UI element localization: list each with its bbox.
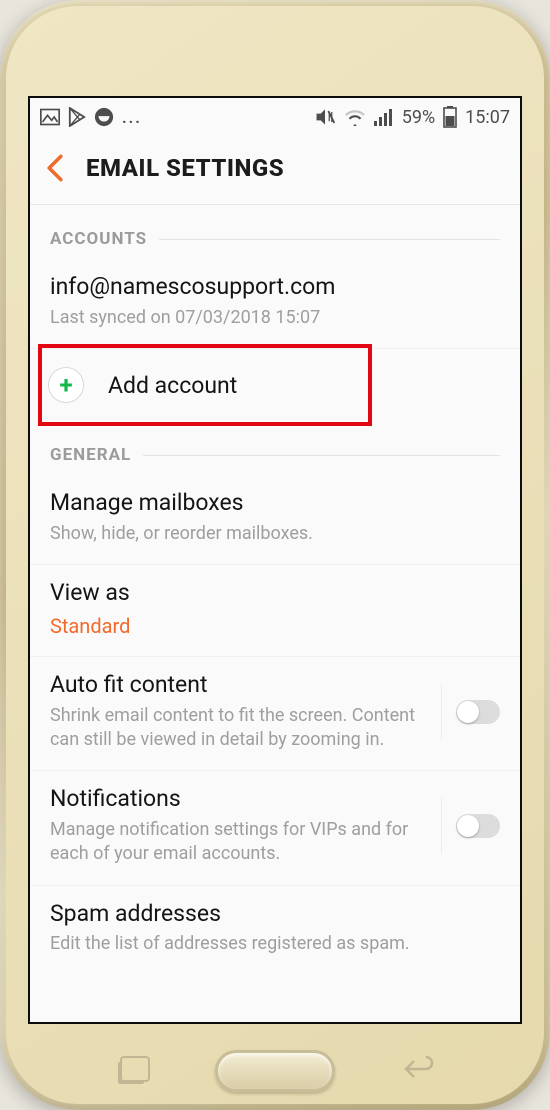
status-bar: ... 59% 15:07 bbox=[30, 98, 520, 136]
item-title: Auto fit content bbox=[50, 671, 429, 700]
section-label: ACCOUNTS bbox=[50, 229, 147, 249]
add-account-label: Add account bbox=[108, 372, 237, 399]
clock-time: 15:07 bbox=[465, 107, 510, 128]
more-notifications-icon: ... bbox=[122, 108, 142, 127]
battery-percentage: 59% bbox=[402, 107, 435, 128]
auto-fit-item[interactable]: Auto fit content Shrink email content to… bbox=[30, 657, 520, 771]
item-sub: Manage notification settings for VIPs an… bbox=[50, 818, 429, 867]
recent-apps-softkey[interactable] bbox=[120, 1056, 150, 1082]
vibrate-mute-icon bbox=[314, 107, 336, 127]
page-title: EMAIL SETTINGS bbox=[86, 154, 284, 182]
back-icon[interactable] bbox=[44, 154, 66, 182]
notifications-toggle[interactable] bbox=[456, 814, 500, 838]
view-as-item[interactable]: View as Standard bbox=[30, 565, 520, 657]
manage-mailboxes-item[interactable]: Manage mailboxes Show, hide, or reorder … bbox=[30, 475, 520, 565]
item-title: View as bbox=[50, 579, 500, 608]
play-store-icon bbox=[68, 107, 86, 127]
app-header: EMAIL SETTINGS bbox=[30, 136, 520, 205]
section-label: GENERAL bbox=[50, 445, 131, 465]
item-title: Manage mailboxes bbox=[50, 489, 500, 518]
back-softkey[interactable] bbox=[402, 1056, 432, 1082]
wifi-icon bbox=[344, 108, 366, 126]
phone-frame: SAMSUNG ... 59% 15:07 bbox=[0, 0, 550, 1110]
app-badge-icon bbox=[94, 107, 114, 127]
notifications-item[interactable]: Notifications Manage notification settin… bbox=[30, 771, 520, 885]
section-heading-general: GENERAL bbox=[30, 421, 520, 475]
plus-icon: + bbox=[48, 367, 84, 403]
item-title: Spam addresses bbox=[50, 900, 500, 929]
item-sub: Shrink email content to fit the screen. … bbox=[50, 704, 429, 753]
gallery-icon bbox=[40, 108, 60, 126]
screen: ... 59% 15:07 EMAIL SETTINGS ACCOUNTS bbox=[28, 96, 522, 1024]
spam-addresses-item[interactable]: Spam addresses Edit the list of addresse… bbox=[30, 886, 520, 975]
account-item[interactable]: info@namescosupport.com Last synced on 0… bbox=[30, 259, 520, 349]
item-value: Standard bbox=[50, 614, 500, 638]
account-email: info@namescosupport.com bbox=[50, 273, 500, 302]
auto-fit-toggle[interactable] bbox=[456, 700, 500, 724]
item-title: Notifications bbox=[50, 785, 429, 814]
item-sub: Show, hide, or reorder mailboxes. bbox=[50, 522, 500, 546]
account-synced: Last synced on 07/03/2018 15:07 bbox=[50, 306, 500, 330]
home-button[interactable] bbox=[215, 1050, 335, 1092]
add-account-button[interactable]: + Add account bbox=[30, 349, 520, 421]
section-heading-accounts: ACCOUNTS bbox=[30, 205, 520, 259]
signal-icon bbox=[374, 108, 394, 126]
battery-icon bbox=[443, 106, 457, 128]
item-sub: Edit the list of addresses registered as… bbox=[50, 932, 500, 956]
